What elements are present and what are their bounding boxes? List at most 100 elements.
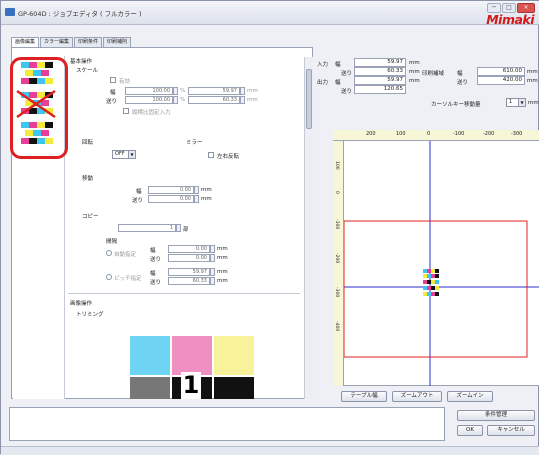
- ruler-tick-label: -200: [483, 131, 495, 137]
- input-label: 入力: [317, 62, 329, 68]
- editor-tabs: 画像編集 カラー編集 印刷条件 印刷補則: [11, 37, 132, 47]
- move-width-spinner[interactable]: [194, 186, 199, 194]
- mm-unit: mm: [217, 278, 228, 284]
- scale-enable-label: 有効: [119, 79, 131, 85]
- pct-unit: %: [180, 97, 186, 103]
- auto-interval-radio[interactable]: [106, 250, 112, 256]
- ruler-tick-label: 0: [427, 131, 431, 137]
- output-label: 出力: [317, 80, 329, 86]
- move-feed-label: 送り: [132, 198, 144, 204]
- scale-feed-mm-spinner[interactable]: [240, 96, 245, 104]
- job-editor-window: GP-604D : ジョブエディタ ( フルカラー ) ─ □ × Mimaki…: [0, 0, 539, 455]
- interval-feed-spinner[interactable]: [210, 254, 215, 262]
- scale-feed-pct-input[interactable]: 100.00: [125, 96, 173, 104]
- mm-unit: mm: [217, 246, 228, 252]
- print-area-width-value: 610.00: [477, 67, 525, 76]
- canvas-drawing: [344, 141, 539, 386]
- pitch-radio[interactable]: [106, 274, 112, 280]
- copy-count-spinner[interactable]: [176, 224, 181, 232]
- mirror-lr-checkbox[interactable]: [208, 152, 214, 158]
- ruler-tick-label: 200: [366, 131, 376, 137]
- pitch-feed-spinner[interactable]: [210, 277, 215, 285]
- copy-unit: 部: [183, 227, 189, 233]
- message-area: [9, 407, 445, 441]
- scale-heading: スケール: [76, 68, 99, 74]
- mirror-lr-label: 左右反転: [217, 154, 240, 160]
- scale-feed-pct-spinner[interactable]: [173, 96, 178, 104]
- form-scrollbar[interactable]: [304, 57, 313, 399]
- mm-unit: mm: [527, 78, 538, 84]
- print-area-feed-value: 420.00: [477, 76, 525, 85]
- print-area-width-label: 幅: [457, 71, 463, 77]
- int-width-label: 幅: [150, 248, 156, 254]
- yellow-swatch: [214, 336, 254, 375]
- black-swatch: [214, 377, 254, 399]
- zoom-in-button[interactable]: ズームイン: [447, 391, 493, 402]
- cancel-button[interactable]: キャンセル: [487, 425, 535, 436]
- pitch-feed-input[interactable]: 60.33: [168, 277, 210, 285]
- pitch-label: ピッチ指定: [114, 276, 142, 282]
- window-title: GP-604D : ジョブエディタ ( フルカラー ): [18, 10, 142, 18]
- mm-unit: mm: [217, 255, 228, 261]
- int-feed-label: 送り: [150, 257, 162, 263]
- ruler-tick-label: -400: [334, 321, 339, 332]
- mm-unit: mm: [247, 97, 258, 103]
- tab-print-supplement[interactable]: 印刷補則: [103, 37, 132, 47]
- rotate-label: 回転: [82, 140, 94, 146]
- tab-print-conditions[interactable]: 印刷条件: [74, 37, 103, 47]
- print-area-feed-label: 送り: [457, 80, 469, 86]
- tab-image-edit[interactable]: 画像編集: [11, 37, 40, 47]
- table-width-button[interactable]: テーブル幅: [341, 391, 387, 402]
- scale-feed-mm-input[interactable]: 60.33: [188, 96, 240, 104]
- image-ops-heading: 画像操作: [70, 301, 93, 307]
- scale-feed-label: 送り: [106, 99, 118, 105]
- ruler-tick-label: 100: [396, 131, 406, 137]
- print-area-label: 印刷補域: [422, 71, 445, 77]
- interval-label: 間隔: [106, 239, 118, 245]
- mm-unit: mm: [217, 269, 228, 275]
- cursor-step-select[interactable]: 1 ▼: [506, 98, 526, 107]
- copy-count-input[interactable]: 1: [118, 224, 176, 232]
- move-feed-spinner[interactable]: [194, 195, 199, 203]
- chevron-down-icon: ▼: [128, 151, 135, 158]
- mm-unit: mm: [527, 69, 538, 75]
- mm-unit: mm: [201, 187, 212, 193]
- title-bar: GP-604D : ジョブエディタ ( フルカラー ) ─ □ × Mimaki: [1, 1, 539, 27]
- scale-width-mm-input[interactable]: 59.97: [188, 87, 240, 95]
- move-heading: 移動: [82, 176, 94, 182]
- scrollbar-thumb[interactable]: [306, 69, 312, 129]
- mm-unit: mm: [528, 100, 539, 106]
- scale-width-mm-spinner[interactable]: [240, 87, 245, 95]
- image-edit-form: 基本操作 スケール 有効 幅 100.00 % 59.97 mm 送り 100.…: [68, 56, 304, 399]
- tab-color-edit[interactable]: カラー編集: [40, 37, 74, 47]
- interval-width-input[interactable]: 0.00: [168, 245, 210, 253]
- ruler-tick-label: -100: [453, 131, 465, 137]
- pitch-width-input[interactable]: 59.97: [168, 268, 210, 276]
- divider: [68, 293, 300, 294]
- scale-enable-checkbox[interactable]: [110, 77, 116, 83]
- move-width-input[interactable]: 0.00: [148, 186, 194, 194]
- move-feed-input[interactable]: 0.00: [148, 195, 194, 203]
- interval-width-spinner[interactable]: [210, 245, 215, 253]
- input-feed-value: 60.33: [354, 67, 406, 76]
- scale-width-pct-input[interactable]: 100.00: [125, 87, 173, 95]
- pitch-feed-label: 送り: [150, 280, 162, 286]
- output-feed-label: 送り: [341, 89, 353, 95]
- pitch-width-spinner[interactable]: [210, 268, 215, 276]
- trimming-heading: トリミング: [76, 312, 104, 318]
- scale-width-pct-spinner[interactable]: [173, 87, 178, 95]
- condition-manage-button[interactable]: 条件管理: [457, 410, 535, 421]
- mm-unit: mm: [409, 60, 420, 66]
- output-width-label: 幅: [335, 80, 341, 86]
- canvas-image-preview[interactable]: [423, 269, 439, 299]
- pitch-width-label: 幅: [150, 271, 156, 277]
- aspect-lock-checkbox[interactable]: [123, 108, 129, 114]
- ok-button[interactable]: OK: [457, 425, 483, 436]
- rotate-value: OFF: [115, 151, 125, 157]
- interval-feed-input[interactable]: 0.00: [168, 254, 210, 262]
- rotate-select[interactable]: OFF ▼: [112, 150, 136, 159]
- move-width-label: 幅: [136, 189, 142, 195]
- output-width-value: 59.97: [354, 76, 406, 85]
- zoom-out-button[interactable]: ズームアウト: [392, 391, 442, 402]
- input-width-value: 59.97: [354, 58, 406, 67]
